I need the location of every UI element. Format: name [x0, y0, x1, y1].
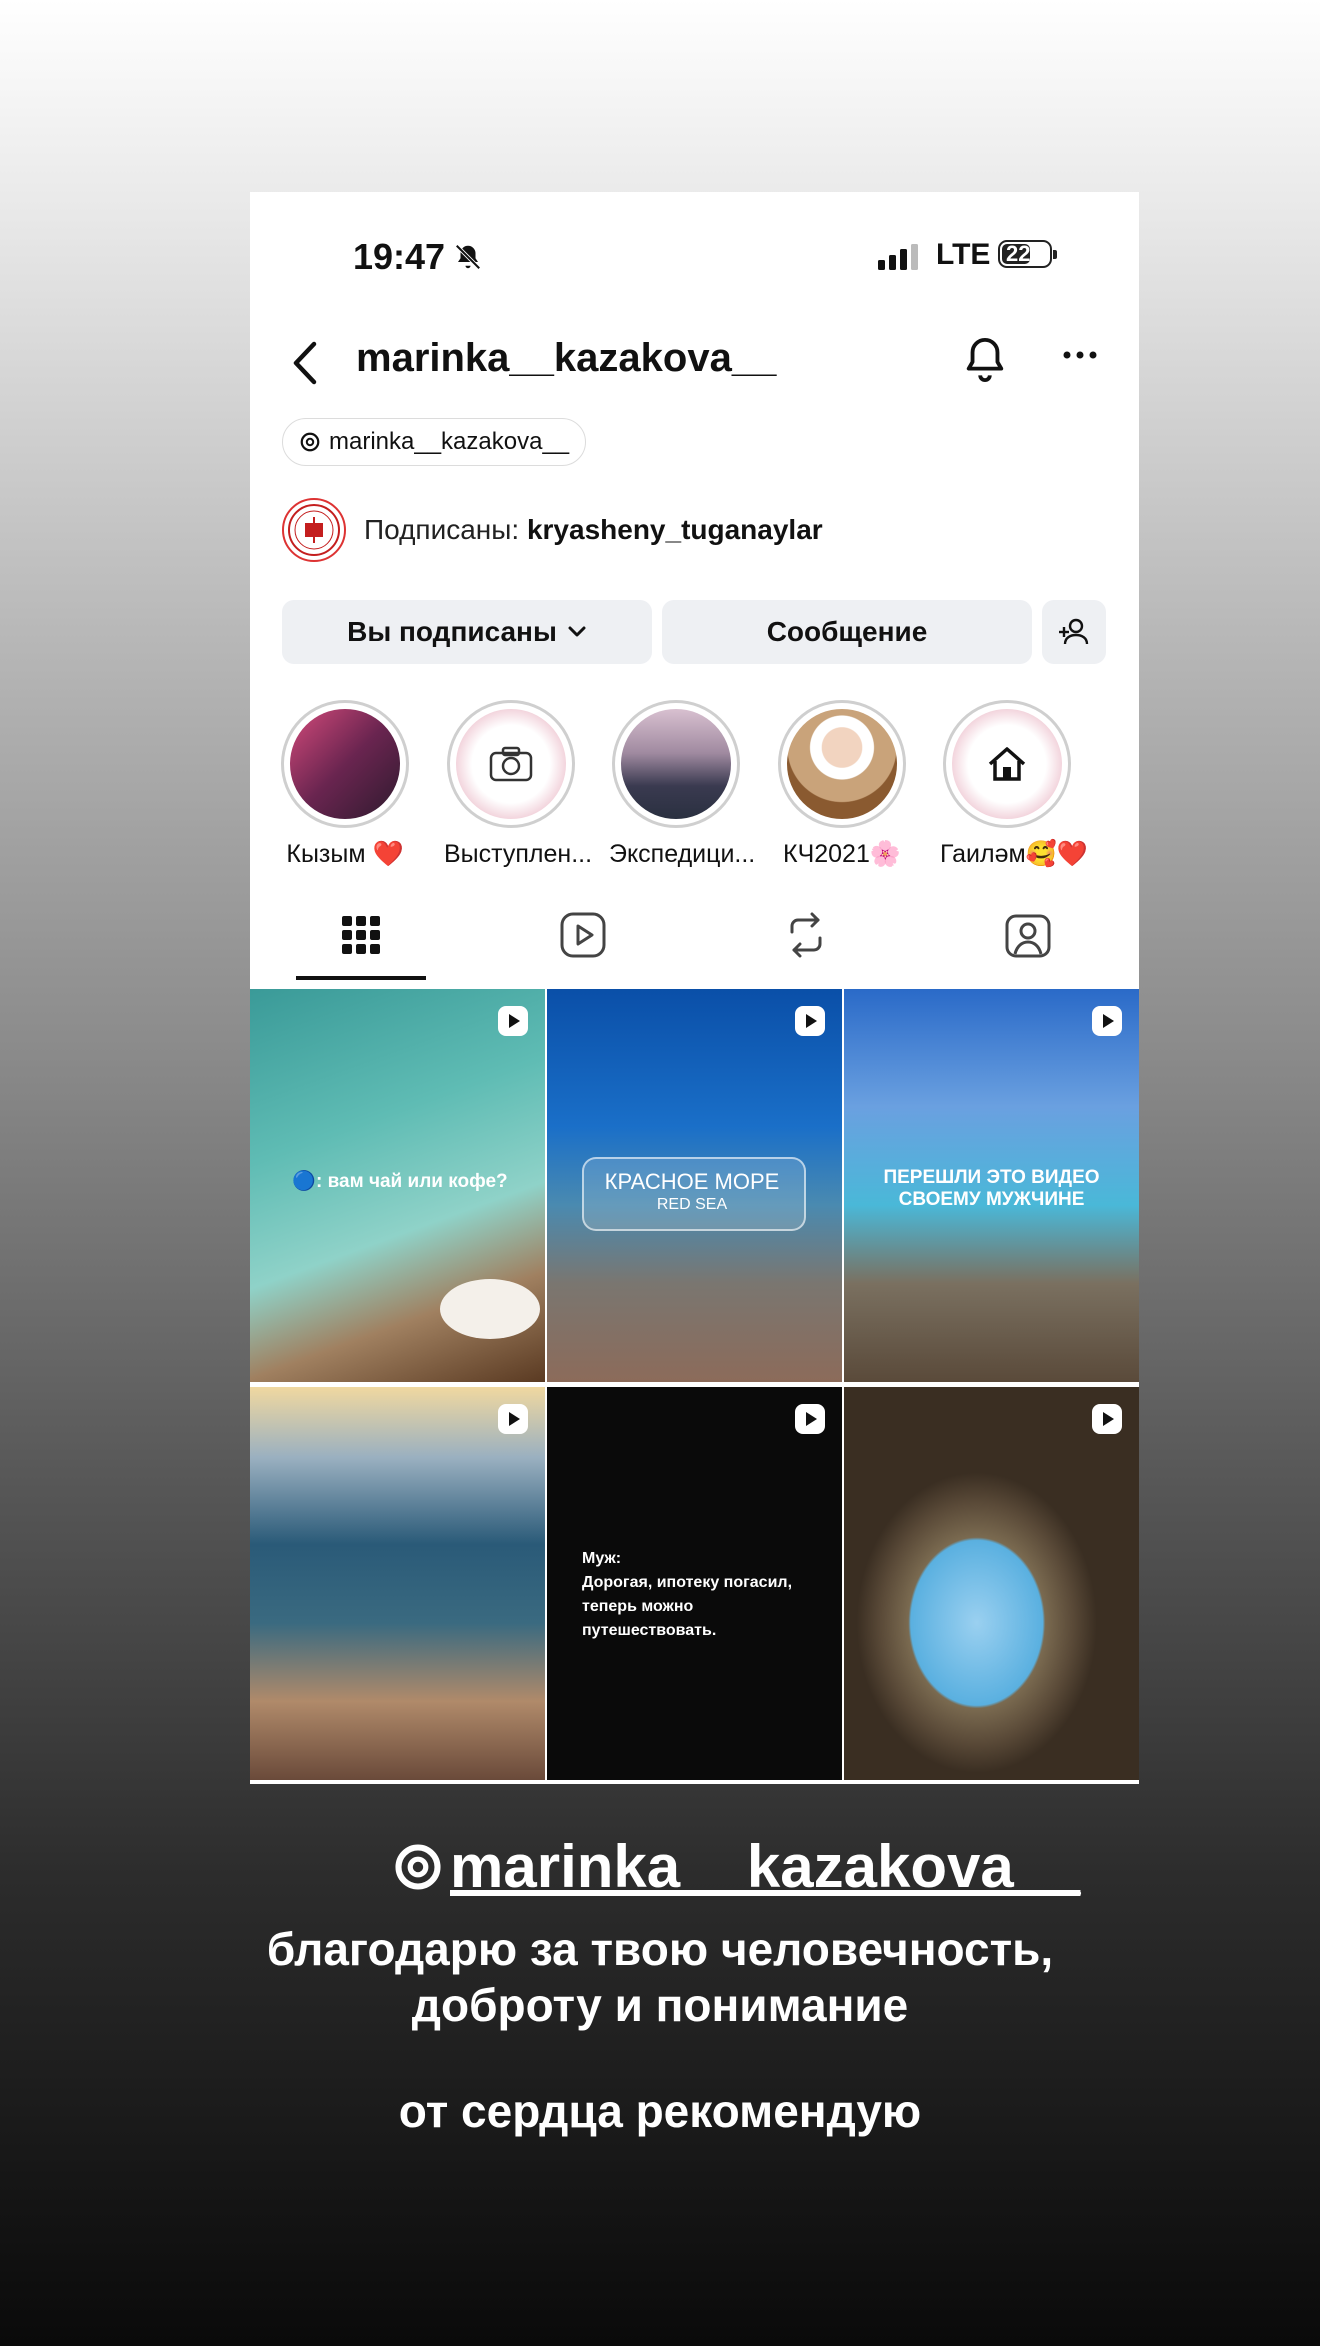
story-highlights: Кызым ❤️ Выступлен... Экспедици... КЧ202…	[278, 700, 1138, 870]
add-person-icon	[1059, 618, 1089, 645]
following-label: Вы подписаны	[347, 616, 557, 647]
tab-reels[interactable]	[518, 890, 648, 980]
reposts-icon	[790, 912, 822, 958]
highlight-label: Экспедици...	[609, 840, 756, 868]
avatar[interactable]	[282, 498, 346, 562]
post-subcaption: RED SEA	[656, 1196, 728, 1213]
reel-badge-icon	[795, 1404, 825, 1434]
post-tile[interactable]	[844, 1387, 1139, 1780]
suggested-users-button[interactable]	[1042, 600, 1106, 664]
caption-line-1: благодарю за твою человечность,	[266, 1923, 1054, 1975]
status-time: 19:47	[353, 236, 446, 277]
reel-badge-icon	[498, 1006, 528, 1036]
notification-bell-icon[interactable]	[962, 335, 1008, 385]
tab-tagged[interactable]	[963, 890, 1093, 980]
profile-username: marinka__kazakova__	[356, 336, 777, 380]
caption-line-2: доброту и понимание	[411, 1979, 909, 2031]
following-button[interactable]: Вы подписаны	[282, 600, 652, 664]
followed-by-prefix: Подписаны:	[364, 514, 520, 545]
message-label: Сообщение	[766, 616, 928, 647]
highlight-item[interactable]: Выступлен...	[444, 700, 593, 869]
post-tile[interactable]	[250, 1387, 545, 1780]
bell-off-icon	[455, 244, 481, 270]
highlight-label: Кызым ❤️	[286, 840, 404, 868]
threads-icon	[300, 432, 320, 452]
signal-icon	[878, 244, 918, 270]
active-tab-indicator	[296, 976, 426, 980]
profile-screenshot: 19:47 LTE 22 marinka__kazakova__ marinka…	[250, 192, 1139, 1784]
status-bar: 19:47 LTE 22	[250, 192, 1139, 322]
tab-posts[interactable]	[296, 890, 426, 980]
post-tile[interactable]: ПЕРЕШЛИ ЭТО ВИДЕО СВОЕМУ МУЖЧИНЕ	[844, 989, 1139, 1382]
followed-by-account[interactable]: kryasheny_tuganaylar	[527, 514, 823, 545]
profile-tabs	[250, 890, 1139, 980]
post-tile[interactable]: Муж: Дорогая, ипотеку погасил, теперь мо…	[547, 1387, 842, 1780]
caption-line-3: от сердца рекомендую	[398, 2085, 922, 2137]
back-icon[interactable]	[290, 340, 320, 386]
highlight-item[interactable]: Экспедици...	[609, 700, 756, 869]
reel-badge-icon	[1092, 1404, 1122, 1434]
grid-icon	[342, 916, 380, 954]
post-caption: Муж: Дорогая, ипотеку погасил, теперь мо…	[582, 1550, 793, 1639]
more-icon[interactable]	[1062, 350, 1098, 360]
threads-badge[interactable]: marinka__kazakova__	[282, 418, 587, 466]
network-type: LTE	[936, 238, 991, 271]
home-icon	[988, 747, 1026, 781]
battery-indicator: 22	[998, 240, 1057, 268]
camera-icon	[489, 746, 533, 782]
highlight-item[interactable]: КЧ2021🌸	[775, 700, 909, 869]
message-button[interactable]: Сообщение	[662, 600, 1032, 664]
chevron-down-icon	[568, 626, 586, 637]
reel-badge-icon	[795, 1006, 825, 1036]
mention-handle: marinka__kazakova__	[450, 1833, 1081, 1900]
post-caption: ПЕРЕШЛИ ЭТО ВИДЕО СВОЕМУ МУЖЧИНЕ	[883, 1167, 1100, 1210]
reel-badge-icon	[1092, 1006, 1122, 1036]
threads-icon	[395, 1843, 441, 1890]
post-tile[interactable]: КРАСНОЕ МОРЕ RED SEA	[547, 989, 842, 1382]
highlight-label: Выступлен...	[444, 840, 593, 868]
post-tile[interactable]: 🔵: вам чай или кофе?	[250, 989, 545, 1382]
highlight-item[interactable]: Гаиләм🥰❤️	[940, 700, 1088, 869]
post-caption: 🔵: вам чай или кофе?	[292, 1171, 508, 1192]
highlight-label: КЧ2021🌸	[783, 840, 901, 868]
followed-by[interactable]: Подписаны: kryasheny_tuganaylar	[282, 498, 823, 562]
threads-handle: marinka__kazakova__	[329, 428, 570, 455]
posts-grid: 🔵: вам чай или кофе? КРАСНОЕ МОРЕ RED SE…	[250, 989, 1139, 1784]
mention-link[interactable]: marinka__kazakova__	[392, 1832, 1080, 1901]
emblem-icon	[288, 504, 340, 556]
post-caption: КРАСНОЕ МОРЕ	[604, 1169, 780, 1194]
highlight-item[interactable]: Кызым ❤️	[278, 700, 412, 869]
reel-badge-icon	[498, 1404, 528, 1434]
highlight-label: Гаиләм🥰❤️	[940, 840, 1088, 868]
tagged-icon	[1005, 914, 1051, 958]
reels-icon	[560, 912, 606, 958]
tab-reposts[interactable]	[741, 890, 871, 980]
battery-level: 22	[1006, 241, 1031, 266]
